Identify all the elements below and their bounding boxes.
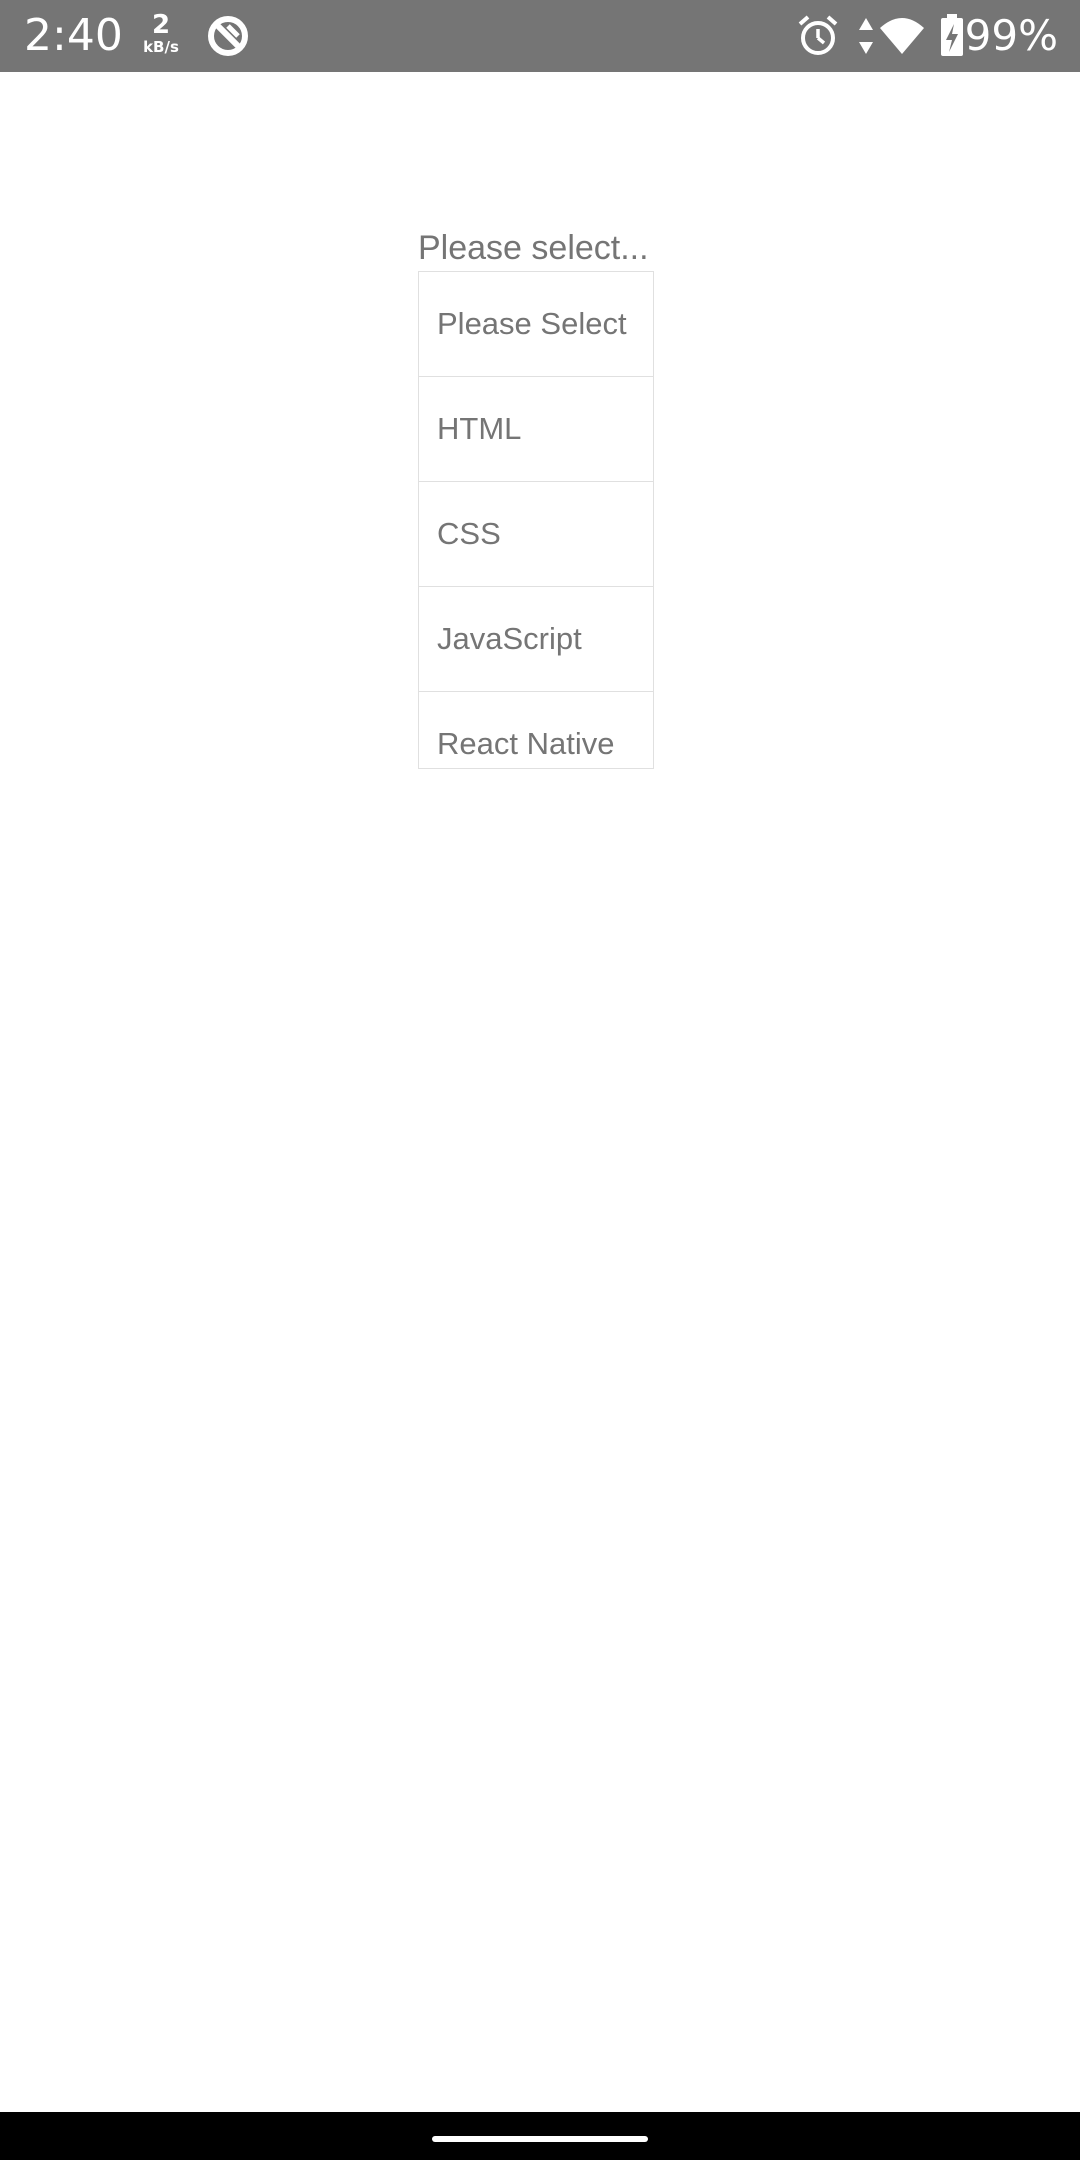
alarm-icon xyxy=(798,15,838,55)
home-gesture-handle[interactable] xyxy=(432,2136,648,2142)
picker-option-react-native[interactable]: React Native xyxy=(419,692,653,768)
battery-charging-icon xyxy=(941,14,963,56)
picker-option-html[interactable]: HTML xyxy=(419,377,653,482)
network-speed: 2 kB/s xyxy=(138,12,184,56)
navigation-bar xyxy=(0,2112,1080,2160)
picker-options-list[interactable]: Please Select HTML CSS JavaScript React … xyxy=(418,271,654,769)
data-saver-icon xyxy=(208,16,248,56)
network-speed-unit: kB/s xyxy=(143,38,179,56)
wifi-icon xyxy=(880,18,924,54)
network-speed-value: 2 xyxy=(151,10,171,40)
picker-option-please-select[interactable]: Please Select xyxy=(419,272,653,377)
status-bar: 2:40 2 kB/s 99% xyxy=(0,0,1080,72)
picker-option-javascript[interactable]: JavaScript xyxy=(419,587,653,692)
data-arrows-icon xyxy=(859,18,873,54)
battery-percent: 99% xyxy=(964,11,1058,60)
picker-option-css[interactable]: CSS xyxy=(419,482,653,587)
status-time: 2:40 xyxy=(24,10,123,61)
picker-label: Please select... xyxy=(418,229,649,267)
